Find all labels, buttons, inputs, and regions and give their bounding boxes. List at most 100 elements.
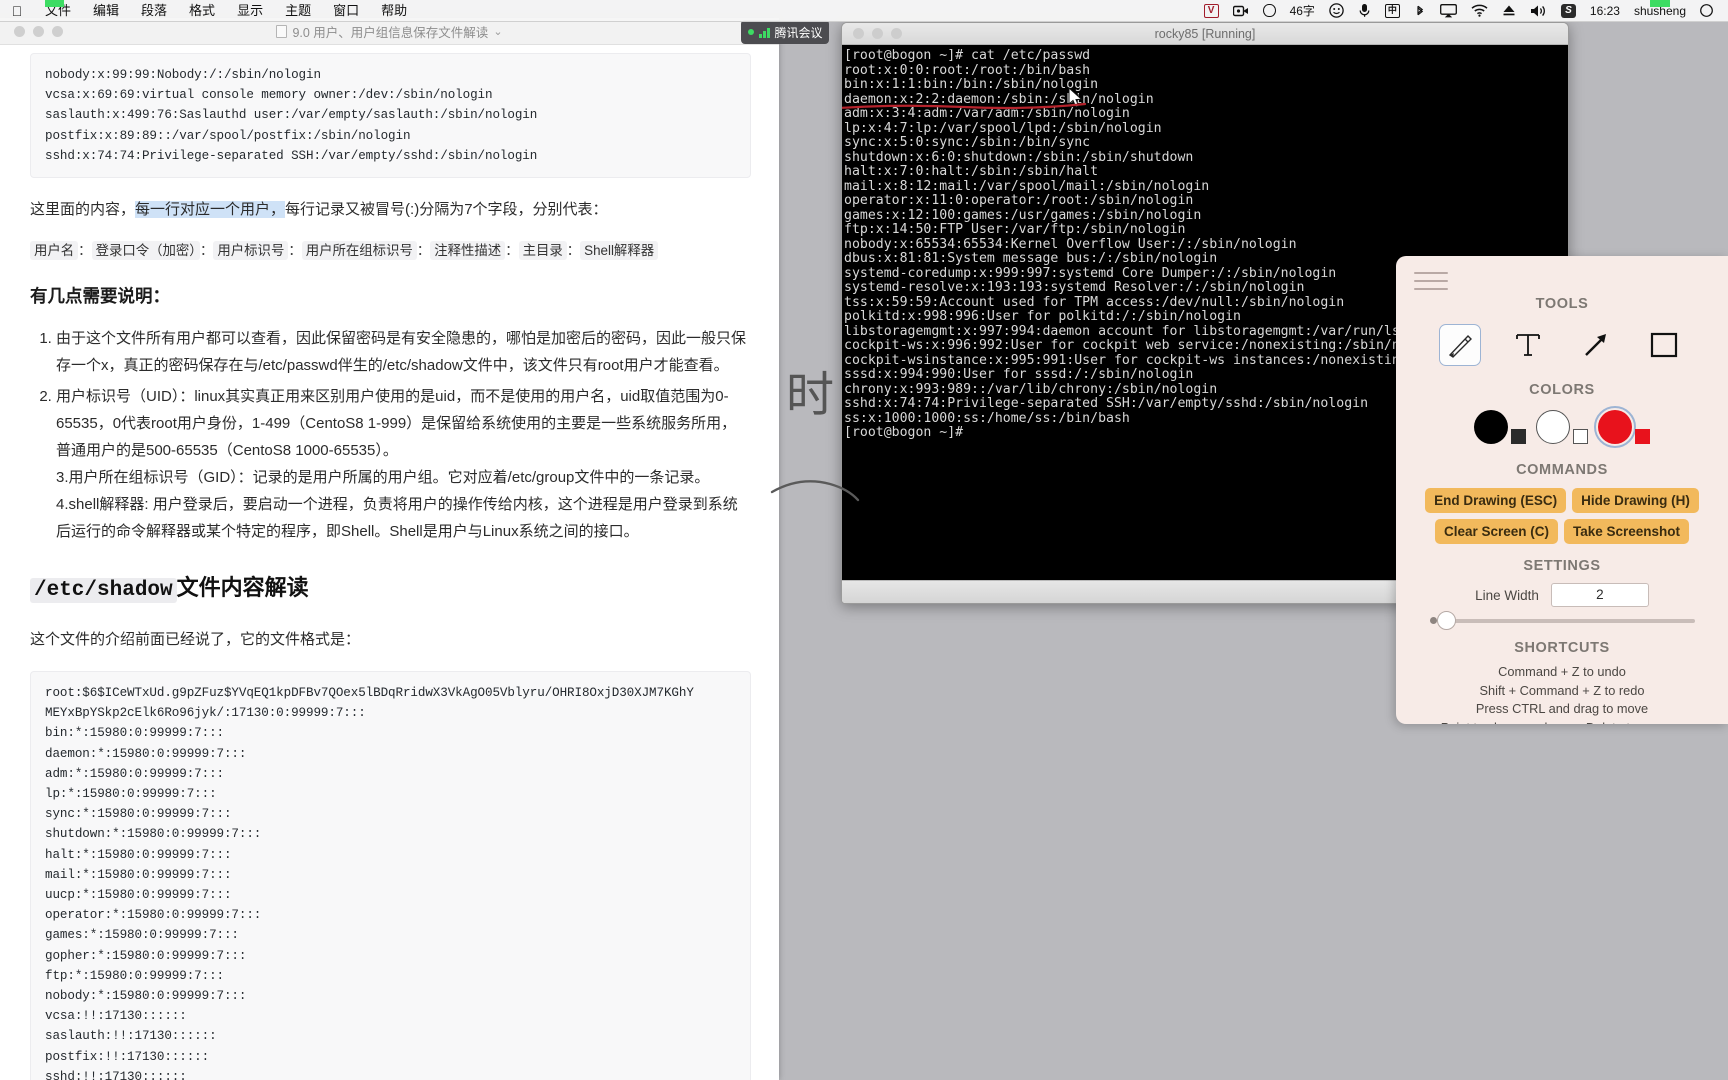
annotation-tool-panel[interactable]: TOOLS COLORS COMMANDS End Drawing (ESC) … bbox=[1396, 256, 1728, 724]
wifi-icon[interactable] bbox=[1464, 4, 1495, 17]
apple-menu-icon[interactable]:  bbox=[0, 3, 34, 19]
note2-text: 用户标识号（UID）：linux其实真正用来区别用户使用的是uid，而不是使用的… bbox=[56, 388, 737, 460]
para1-post: 每行记录又被冒号(:)分隔为7个字段，分别代表： bbox=[285, 201, 608, 219]
pen-tool-button[interactable] bbox=[1439, 324, 1481, 366]
document-title-bar: 9.0 用户、用户组信息保存文件解读 ⌄ bbox=[0, 18, 779, 45]
menu-item-format[interactable]: 格式 bbox=[178, 0, 226, 22]
line-width-label: Line Width bbox=[1475, 587, 1539, 603]
microphone-icon[interactable] bbox=[1351, 3, 1378, 18]
slider-track[interactable] bbox=[1436, 610, 1695, 630]
eject-icon[interactable] bbox=[1495, 4, 1523, 17]
note3-text: 3.用户所在组标识号（GID）：记录的是用户所属的用户组。它对应着/etc/gr… bbox=[56, 469, 710, 487]
arrow-tool-button[interactable] bbox=[1575, 324, 1617, 366]
panel-menu-icon[interactable] bbox=[1414, 272, 1448, 290]
airplay-icon[interactable] bbox=[1433, 3, 1464, 18]
notes-heading: 有几点需要说明： bbox=[30, 286, 170, 307]
document-body[interactable]: nobody:x:99:99:Nobody:/:/sbin/nologin vc… bbox=[0, 45, 779, 1080]
text-tool-button[interactable] bbox=[1507, 324, 1549, 366]
color-swatch-red[interactable] bbox=[1594, 406, 1650, 448]
line-width-row: Line Width 2 bbox=[1396, 583, 1728, 607]
arrow-icon bbox=[1585, 334, 1606, 356]
screen-record-icon[interactable] bbox=[1226, 5, 1256, 17]
color-swatch-black[interactable] bbox=[1474, 410, 1526, 444]
signal-bars-icon bbox=[759, 27, 770, 38]
shortcut-redo: Shift + Command + Z to redo bbox=[1479, 682, 1645, 698]
document-title-text: 9.0 用户、用户组信息保存文件解读 bbox=[292, 25, 489, 40]
dropbox-icon[interactable] bbox=[1256, 4, 1283, 17]
shadow-section-heading: /etc/shadow 文件内容解读 bbox=[30, 571, 751, 608]
field-home: 主目录 bbox=[518, 241, 567, 261]
menu-item-paragraph[interactable]: 段落 bbox=[130, 0, 178, 22]
clear-screen-button[interactable]: Clear Screen (C) bbox=[1434, 519, 1558, 544]
take-screenshot-button[interactable]: Take Screenshot bbox=[1564, 519, 1690, 544]
field-username: 用户名 bbox=[30, 241, 79, 261]
pen-icon bbox=[1448, 334, 1472, 358]
shortcut-move: Press CTRL and drag to move bbox=[1475, 701, 1649, 716]
shortcuts-section-title: SHORTCUTS bbox=[1514, 640, 1610, 656]
field-gid: 用户所在组标识号 bbox=[301, 241, 417, 261]
virtualbox-menu-icon[interactable]: V bbox=[1197, 3, 1226, 18]
field-password: 登录口令（加密） bbox=[91, 241, 200, 261]
red-circle-swatch[interactable] bbox=[1594, 406, 1636, 448]
bluetooth-icon[interactable] bbox=[1407, 3, 1433, 18]
menu-item-view[interactable]: 显示 bbox=[226, 0, 274, 22]
field-comment: 注释性描述 bbox=[430, 241, 506, 261]
slider-knob[interactable] bbox=[1436, 610, 1456, 630]
tencent-meeting-label: 腾讯会议 bbox=[774, 25, 823, 40]
menu-item-help[interactable]: 帮助 bbox=[370, 0, 418, 22]
handwritten-annotation-curve bbox=[770, 480, 860, 502]
white-circle-swatch[interactable] bbox=[1536, 410, 1570, 444]
menu-item-edit[interactable]: 编辑 bbox=[82, 0, 130, 22]
emoji-icon[interactable] bbox=[1322, 3, 1351, 18]
control-center-icon[interactable] bbox=[1693, 4, 1720, 17]
sogou-icon[interactable]: S bbox=[1554, 3, 1583, 18]
shadow-path-code: /etc/shadow bbox=[30, 578, 177, 604]
line-width-input[interactable]: 2 bbox=[1550, 583, 1649, 607]
field-shell: Shell解释器 bbox=[580, 241, 659, 261]
input-method-icon[interactable]: 中 bbox=[1378, 3, 1407, 18]
notes-list: 由于这个文件所有用户都可以查看，因此保留密码是有安全隐患的，哪怕是加密后的密码，… bbox=[56, 325, 751, 545]
menu-item-window[interactable]: 窗口 bbox=[322, 0, 370, 22]
mouse-cursor-icon bbox=[1068, 87, 1083, 108]
tools-row bbox=[1396, 324, 1728, 366]
passwd-code-block: nobody:x:99:99:Nobody:/:/sbin/nologin vc… bbox=[30, 53, 751, 179]
shadow-heading-rest: 文件内容解读 bbox=[176, 575, 309, 601]
volume-icon[interactable] bbox=[1523, 4, 1554, 18]
settings-section-title: SETTINGS bbox=[1523, 558, 1601, 574]
note-item-1: 由于这个文件所有用户都可以查看，因此保留密码是有安全隐患的，哪怕是加密后的密码，… bbox=[56, 325, 751, 379]
recording-dot-icon bbox=[748, 29, 754, 35]
line-width-slider[interactable] bbox=[1396, 610, 1728, 630]
white-square-swatch[interactable] bbox=[1573, 429, 1588, 444]
rectangle-tool-button[interactable] bbox=[1643, 324, 1685, 366]
para1-pre: 这里面的内容， bbox=[30, 201, 136, 219]
document-icon bbox=[276, 24, 288, 38]
color-swatch-white[interactable] bbox=[1536, 410, 1588, 444]
paragraph-two: 这个文件的介绍前面已经说了，它的文件格式是： bbox=[30, 631, 361, 649]
shortcut-delete: Point to shape and press Delete to remov… bbox=[1396, 719, 1728, 725]
end-drawing-button[interactable]: End Drawing (ESC) bbox=[1425, 488, 1567, 513]
commands-grid: End Drawing (ESC) Hide Drawing (H) Clear… bbox=[1396, 488, 1728, 544]
shortcut-undo: Command + Z to undo bbox=[1498, 664, 1626, 679]
paragraph-one: 这里面的内容，每一行对应一个用户，每行记录又被冒号(:)分隔为7个字段，分别代表… bbox=[30, 197, 751, 223]
colors-section-title: COLORS bbox=[1529, 382, 1595, 398]
text-icon bbox=[1516, 334, 1540, 356]
black-circle-swatch[interactable] bbox=[1474, 410, 1508, 444]
tools-section-title: TOOLS bbox=[1535, 296, 1589, 312]
tencent-meeting-indicator[interactable]: 腾讯会议 bbox=[741, 20, 829, 44]
markdown-editor-window[interactable]: 9.0 用户、用户组信息保存文件解读 ⌄ nobody:x:99:99:Nobo… bbox=[0, 18, 779, 1080]
red-square-swatch[interactable] bbox=[1635, 429, 1650, 444]
hide-drawing-button[interactable]: Hide Drawing (H) bbox=[1572, 488, 1699, 513]
green-indicator bbox=[45, 0, 64, 7]
macos-menu-bar:  文件 编辑 段落 格式 显示 主题 窗口 帮助 V 46字 中 bbox=[0, 0, 1728, 22]
menu-item-theme[interactable]: 主题 bbox=[274, 0, 322, 22]
clock[interactable]: 16:23 bbox=[1583, 0, 1627, 22]
passwd-field-list: 用户名：登录口令（加密）：用户标识号：用户所在组标识号：注释性描述：主目录： Sh… bbox=[30, 240, 751, 262]
black-square-swatch[interactable] bbox=[1511, 429, 1526, 444]
virtualbox-title-text: rocky85 [Running] bbox=[1154, 26, 1256, 41]
handwritten-annotation-hanzi: 时 bbox=[786, 367, 835, 423]
chevron-down-icon[interactable]: ⌄ bbox=[493, 25, 502, 38]
word-count-indicator[interactable]: 46字 bbox=[1283, 0, 1322, 22]
colors-row bbox=[1396, 406, 1728, 448]
note4-text: 4.shell解释器: 用户登录后，要启动一个进程，负责将用户的操作传给内核，这… bbox=[56, 496, 738, 541]
commands-section-title: COMMANDS bbox=[1516, 462, 1608, 478]
